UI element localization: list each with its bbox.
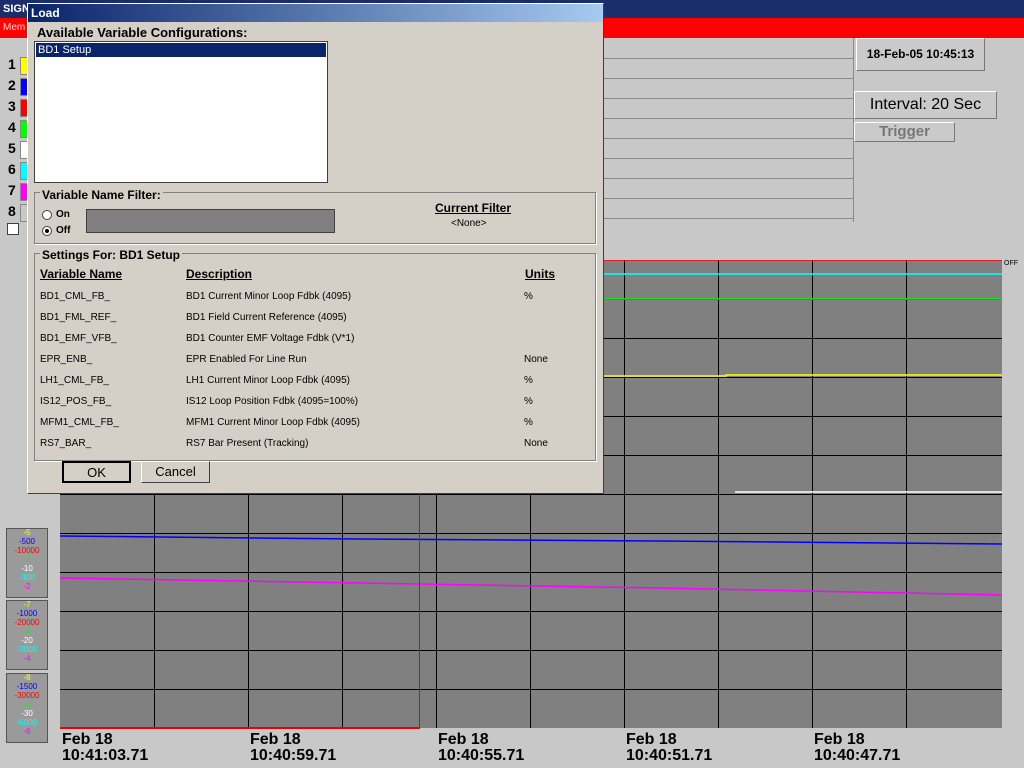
variable-name-cell: RS7_BAR_ — [40, 438, 92, 449]
scale-panel[interactable]: -8 -1500 -30000 -6 -30 -5000 -6 — [6, 673, 48, 743]
interval-display: Interval: 20 Sec — [854, 91, 997, 119]
variable-grid-row[interactable] — [600, 98, 854, 119]
settings-group-label: Settings For: BD1 Setup — [40, 248, 183, 262]
description-cell: IS12 Loop Position Fdbk (4095=100%) — [186, 396, 359, 407]
variable-grid-row[interactable] — [600, 198, 854, 219]
variable-grid-row[interactable] — [600, 158, 854, 179]
units-cell: % — [524, 291, 533, 302]
description-cell: RS7 Bar Present (Tracking) — [186, 438, 309, 449]
scale-panel[interactable]: -7 -1000 -20000 -4 -20 -3000 -4 — [6, 600, 48, 670]
filter-input[interactable] — [86, 209, 335, 233]
variable-grid-row[interactable] — [600, 118, 854, 139]
description-cell: BD1 Counter EMF Voltage Fdbk (V*1) — [186, 333, 355, 344]
channel-number: 2 — [8, 77, 16, 93]
current-filter-label: Current Filter — [435, 201, 512, 215]
filter-on-radio[interactable] — [42, 210, 52, 220]
off-label: OFF — [1004, 260, 1018, 267]
variable-grid-row[interactable] — [600, 38, 854, 59]
variable-grid — [600, 38, 854, 222]
channel-number: 6 — [8, 161, 16, 177]
variable-name-cell: LH1_CML_FB_ — [40, 375, 109, 386]
time-axis-date: Feb 18 — [626, 731, 677, 748]
variable-grid-row[interactable] — [600, 78, 854, 99]
time-axis-date: Feb 18 — [62, 731, 113, 748]
scale-panel[interactable]: -5 -500 -10000 -2 -10 -300 -2 — [6, 528, 48, 598]
variable-name-cell: BD1_EMF_VFB_ — [40, 333, 117, 344]
time-axis-time: 10:40:59.71 — [250, 747, 337, 764]
description-cell: MFM1 Current Minor Loop Fdbk (4095) — [186, 417, 360, 428]
config-list-item[interactable]: BD1 Setup — [36, 43, 326, 57]
filter-on-label: On — [56, 209, 70, 220]
time-axis-date: Feb 18 — [814, 731, 865, 748]
time-axis-time: 10:40:51.71 — [626, 747, 713, 764]
trigger-button[interactable]: Trigger — [854, 122, 955, 142]
scale-value: -2 — [23, 582, 31, 591]
scale-value: -4 — [23, 654, 31, 663]
channel-number: 1 — [8, 56, 16, 72]
radio-selected-dot — [45, 229, 49, 233]
dialog-title: Load — [31, 6, 60, 20]
menu-item[interactable]: Mem — [3, 22, 25, 33]
current-filter-value: <None> — [451, 218, 487, 229]
dialog-title-bar[interactable]: Load — [28, 4, 603, 22]
units-cell: % — [524, 396, 533, 407]
datetime-display: 18-Feb-05 10:45:13 — [856, 38, 985, 71]
time-axis-date: Feb 18 — [438, 731, 489, 748]
load-dialog: Load Available Variable Configurations: … — [27, 3, 604, 494]
units-cell: None — [524, 438, 548, 449]
column-header-variable-name: Variable Name — [40, 267, 123, 281]
cancel-button[interactable]: Cancel — [141, 461, 210, 483]
chart-bottom-marker — [60, 727, 420, 729]
settings-group — [34, 253, 596, 461]
available-configs-label: Available Variable Configurations: — [37, 25, 248, 40]
variable-grid-row[interactable] — [600, 58, 854, 79]
channel-number: 8 — [8, 203, 16, 219]
variable-grid-row[interactable] — [600, 178, 854, 199]
channel-number: 4 — [8, 119, 16, 135]
show-legend-checkbox[interactable] — [7, 223, 19, 235]
filter-off-label: Off — [56, 225, 71, 236]
scale-value: -6 — [23, 727, 31, 736]
config-list[interactable]: BD1 Setup — [34, 41, 328, 183]
variable-name-cell: BD1_CML_FB_ — [40, 291, 111, 302]
ok-button[interactable]: OK — [62, 461, 131, 483]
filter-off-radio[interactable] — [42, 226, 52, 236]
time-axis-time: 10:41:03.71 — [62, 747, 149, 764]
filter-group-label: Variable Name Filter: — [40, 188, 163, 202]
channel-number: 5 — [8, 140, 16, 156]
units-cell: None — [524, 354, 548, 365]
description-cell: EPR Enabled For Line Run — [186, 354, 307, 365]
column-header-description: Description — [186, 267, 253, 281]
time-axis-date: Feb 18 — [250, 731, 301, 748]
time-axis-time: 10:40:55.71 — [438, 747, 525, 764]
time-axis-time: 10:40:47.71 — [814, 747, 901, 764]
variable-name-cell: IS12_POS_FB_ — [40, 396, 112, 407]
variable-name-cell: BD1_FML_REF_ — [40, 312, 117, 323]
description-cell: BD1 Field Current Reference (4095) — [186, 312, 347, 323]
description-cell: LH1 Current Minor Loop Fdbk (4095) — [186, 375, 350, 386]
description-cell: BD1 Current Minor Loop Fdbk (4095) — [186, 291, 352, 302]
app-title: SIGN — [3, 3, 30, 15]
variable-name-cell: EPR_ENB_ — [40, 354, 93, 365]
variable-name-cell: MFM1_CML_FB_ — [40, 417, 119, 428]
units-cell: % — [524, 417, 533, 428]
units-cell: % — [524, 375, 533, 386]
channel-number: 3 — [8, 98, 16, 114]
channel-number: 7 — [8, 182, 16, 198]
column-header-units: Units — [525, 267, 555, 281]
variable-grid-row[interactable] — [600, 138, 854, 159]
